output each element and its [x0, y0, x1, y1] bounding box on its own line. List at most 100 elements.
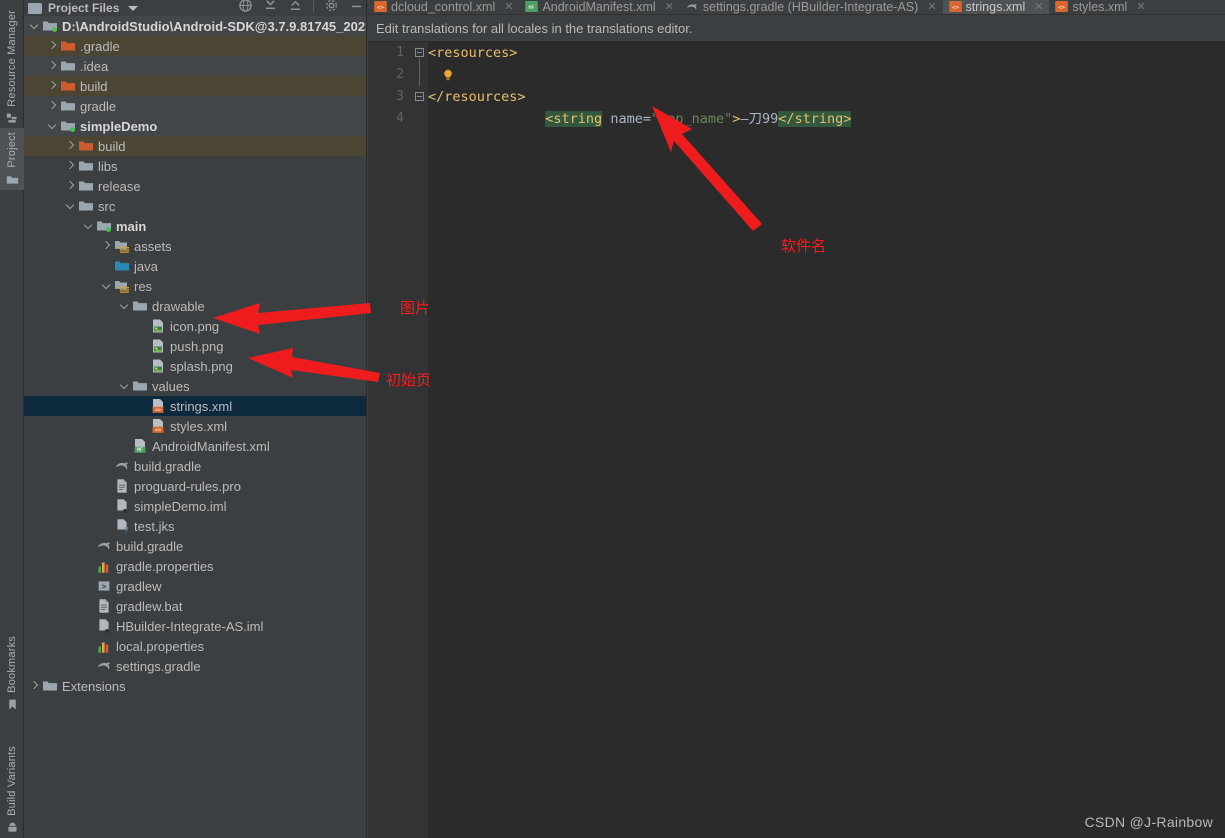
tree-twisty-open-icon[interactable]: [84, 222, 93, 231]
left-tool-window-bar: Resource Manager Project Bookmarks Build…: [0, 0, 24, 838]
tree-twisty-closed-icon[interactable]: [66, 162, 75, 171]
excluded-folder-icon: [61, 41, 75, 51]
tree-row[interactable]: HBuilder-Integrate-AS.iml: [24, 616, 366, 636]
excluded-folder-icon: [79, 141, 93, 151]
module-folder-icon: [43, 21, 57, 32]
editor-tab-bar[interactable]: <> dcloud_control.xml ✕ MF AndroidManifest.x…: [368, 0, 1225, 15]
tree-row[interactable]: drawable: [24, 296, 366, 316]
code-editor[interactable]: 1 2 3 4 <resources> <string name="app_na…: [368, 42, 1225, 838]
close-icon[interactable]: ✕: [665, 0, 674, 13]
editor-tab-label: AndroidManifest.xml: [542, 0, 656, 14]
tree-row-label: simpleDemo: [80, 118, 158, 134]
xml-file-icon: <>: [1055, 1, 1069, 12]
chevron-down-icon[interactable]: [128, 5, 139, 11]
tree-row[interactable]: gradlew.bat: [24, 596, 366, 616]
tree-row[interactable]: D:\AndroidStudio\Android-SDK@3.7.9.81745…: [24, 16, 366, 36]
tree-twisty-closed-icon[interactable]: [48, 102, 57, 111]
settings-gear-icon[interactable]: [324, 0, 339, 13]
editor-tab[interactable]: <> dcloud_control.xml ✕: [368, 0, 519, 14]
tree-row[interactable]: libs: [24, 156, 366, 176]
tree-row-label: strings.xml: [170, 398, 233, 414]
svg-text:<>: <>: [155, 408, 162, 414]
editor-tab[interactable]: <> styles.xml ✕: [1049, 0, 1151, 14]
tree-row[interactable]: gradle: [24, 96, 366, 116]
tree-row-label: .gradle: [80, 38, 120, 54]
code-line-2: <string name="app_name">—刀99</string>: [428, 64, 1225, 127]
tree-row[interactable]: src: [24, 196, 366, 216]
close-icon[interactable]: ✕: [504, 0, 513, 13]
tree-row[interactable]: push.png: [24, 336, 366, 356]
tree-row[interactable]: res: [24, 276, 366, 296]
tree-row[interactable]: <> styles.xml: [24, 416, 366, 436]
tree-row[interactable]: assets: [24, 236, 366, 256]
tree-row[interactable]: > gradlew: [24, 576, 366, 596]
xml-file-icon: <>: [948, 1, 962, 12]
sidebar-item-project[interactable]: Project: [0, 128, 24, 190]
tree-row[interactable]: Extensions: [24, 676, 366, 696]
sidebar-item-label: Bookmarks: [6, 636, 18, 693]
fold-marker-close[interactable]: [415, 92, 424, 101]
tree-row[interactable]: main: [24, 216, 366, 236]
tree-row[interactable]: values: [24, 376, 366, 396]
image-file-icon: [153, 339, 163, 353]
tree-row[interactable]: splash.png: [24, 356, 366, 376]
tree-row-label: gradlew.bat: [116, 598, 183, 614]
code-folding-gutter[interactable]: [412, 42, 428, 838]
tree-row[interactable]: build: [24, 76, 366, 96]
minimize-icon[interactable]: [349, 0, 364, 13]
tree-twisty-open-icon[interactable]: [66, 202, 75, 211]
tree-twisty-closed-icon[interactable]: [30, 682, 39, 691]
project-file-tree[interactable]: D:\AndroidStudio\Android-SDK@3.7.9.81745…: [24, 16, 366, 838]
sidebar-item-bookmarks[interactable]: Bookmarks: [0, 632, 24, 715]
close-icon[interactable]: ✕: [927, 0, 936, 13]
tree-row[interactable]: simpleDemo: [24, 116, 366, 136]
xml-file-icon: <>: [152, 419, 164, 434]
expand-all-icon[interactable]: [288, 0, 303, 13]
tree-row[interactable]: icon.png: [24, 316, 366, 336]
tree-row[interactable]: gradle.properties: [24, 556, 366, 576]
tree-twisty-closed-icon[interactable]: [48, 42, 57, 51]
code-content[interactable]: <resources> <string name="app_name">—刀99…: [428, 42, 1225, 838]
tree-row[interactable]: proguard-rules.pro: [24, 476, 366, 496]
tree-twisty-closed-icon[interactable]: [66, 182, 75, 191]
tree-row[interactable]: .gradle: [24, 36, 366, 56]
tree-twisty-empty: [138, 342, 147, 351]
svg-text:<>: <>: [1059, 5, 1066, 11]
tree-row[interactable]: simpleDemo.iml: [24, 496, 366, 516]
tree-twisty-open-icon[interactable]: [48, 122, 57, 131]
intention-bulb-icon[interactable]: [442, 68, 454, 82]
tree-row[interactable]: release: [24, 176, 366, 196]
editor-tab[interactable]: <> strings.xml ✕: [942, 0, 1050, 14]
sidebar-item-resource-manager[interactable]: Resource Manager: [0, 6, 24, 129]
tree-twisty-closed-icon[interactable]: [48, 62, 57, 71]
close-icon[interactable]: ✕: [1034, 0, 1043, 13]
tree-row[interactable]: build: [24, 136, 366, 156]
sidebar-item-build-variants[interactable]: Build Variants: [0, 742, 24, 838]
tree-row[interactable]: MF AndroidManifest.xml: [24, 436, 366, 456]
tree-row[interactable]: local.properties: [24, 636, 366, 656]
globe-icon[interactable]: [238, 0, 253, 13]
tree-twisty-closed-icon[interactable]: [102, 242, 111, 251]
close-icon[interactable]: ✕: [1136, 0, 1145, 13]
tree-twisty-open-icon[interactable]: [120, 382, 129, 391]
editor-tab[interactable]: MF AndroidManifest.xml ✕: [519, 0, 679, 14]
tree-twisty-closed-icon[interactable]: [66, 142, 75, 151]
tree-row[interactable]: build.gradle: [24, 456, 366, 476]
tree-twisty-open-icon[interactable]: [120, 302, 129, 311]
tree-row[interactable]: settings.gradle: [24, 656, 366, 676]
tree-row[interactable]: ? test.jks: [24, 516, 366, 536]
code-line-1: <resources>: [428, 42, 1225, 64]
fold-marker-open[interactable]: [415, 48, 424, 57]
tree-twisty-open-icon[interactable]: [30, 22, 39, 31]
tree-row[interactable]: .idea: [24, 56, 366, 76]
tree-row[interactable]: java: [24, 256, 366, 276]
project-panel-actions: [238, 0, 364, 13]
folder-icon: [61, 101, 75, 111]
tree-row[interactable]: build.gradle: [24, 536, 366, 556]
tree-row-label: build.gradle: [134, 458, 202, 474]
tree-twisty-closed-icon[interactable]: [48, 82, 57, 91]
editor-tab[interactable]: settings.gradle (HBuilder-Integrate-AS) ✕: [680, 0, 943, 14]
collapse-all-icon[interactable]: [263, 0, 278, 13]
tree-twisty-open-icon[interactable]: [102, 282, 111, 291]
tree-row[interactable]: <> strings.xml: [24, 396, 366, 416]
